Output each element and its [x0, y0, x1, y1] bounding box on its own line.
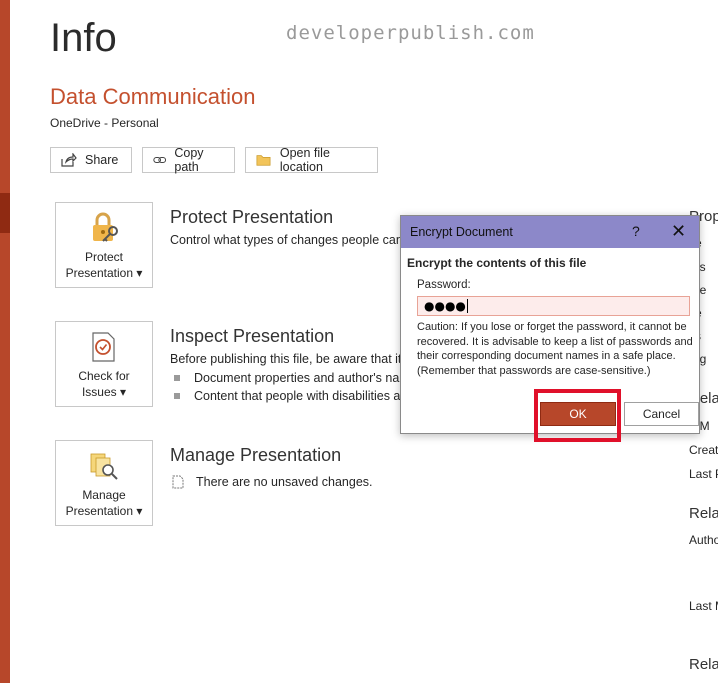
list-item: Document properties and author's nam [170, 371, 410, 385]
file-actions: Share Copy path Open file location [50, 146, 378, 174]
inspect-document-icon [92, 332, 115, 362]
manage-tile-label: Manage Presentation ▾ [65, 488, 143, 518]
backstage-nav-selected[interactable] [0, 193, 10, 233]
page-title: Info [50, 16, 117, 60]
document-icon [172, 475, 184, 489]
open-file-location-label: Open file location [279, 146, 330, 174]
inspect-heading: Inspect Presentation [170, 326, 335, 346]
date-label: Creat [689, 443, 718, 457]
password-field[interactable]: ●●●● [417, 296, 690, 316]
manage-versions-icon [90, 453, 118, 480]
check-issues-tile-label: Check for Issues ▾ [78, 369, 130, 399]
manage-status: There are no unsaved changes. [172, 475, 373, 489]
share-label: Share [85, 153, 119, 167]
dialog-titlebar[interactable]: Encrypt Document ? ✕ [401, 216, 699, 248]
open-file-location-button[interactable]: Open file location [245, 146, 378, 174]
share-icon [61, 153, 77, 167]
people-label: Last M [689, 599, 718, 613]
related-documents-heading: Rela [689, 656, 718, 673]
share-button[interactable]: Share [50, 147, 132, 173]
people-label: Autho [689, 533, 718, 547]
password-label: Password: [417, 279, 471, 291]
copy-path-button[interactable]: Copy path [142, 146, 235, 174]
protect-heading: Protect Presentation [170, 207, 334, 227]
related-people-heading: Rela [689, 505, 718, 522]
lock-key-icon [93, 212, 118, 242]
close-icon[interactable]: ✕ [671, 222, 686, 240]
help-button[interactable]: ? [632, 223, 640, 239]
dialog-title: Encrypt Document [410, 225, 513, 239]
document-name: Data Communication [50, 84, 256, 109]
date-label: Last P [689, 467, 718, 481]
check-for-issues-tile[interactable]: Check for Issues ▾ [55, 321, 153, 407]
copy-path-label: Copy path [174, 146, 204, 174]
protect-description: Control what types of changes people can… [170, 233, 417, 247]
folder-icon [256, 155, 271, 166]
inspect-description: Before publishing this file, be aware th… [170, 352, 412, 366]
ok-button-highlight [534, 389, 621, 442]
backstage-nav-strip [0, 0, 10, 683]
protect-tile-label: Protect Presentation ▾ [65, 250, 143, 280]
dialog-heading: Encrypt the contents of this file [407, 256, 587, 270]
list-item: Content that people with disabilities ar… [170, 389, 412, 403]
caution-text: Caution: If you lose or forget the passw… [417, 321, 693, 377]
cancel-button[interactable]: Cancel [624, 402, 699, 426]
watermark: developerpublish.com [286, 22, 535, 44]
manage-heading: Manage Presentation [170, 445, 342, 465]
link-icon [153, 156, 167, 164]
document-location: OneDrive - Personal [50, 116, 159, 130]
text-cursor [466, 299, 472, 313]
manage-presentation-tile[interactable]: Manage Presentation ▾ [55, 440, 153, 526]
protect-presentation-tile[interactable]: Protect Presentation ▾ [55, 202, 153, 288]
